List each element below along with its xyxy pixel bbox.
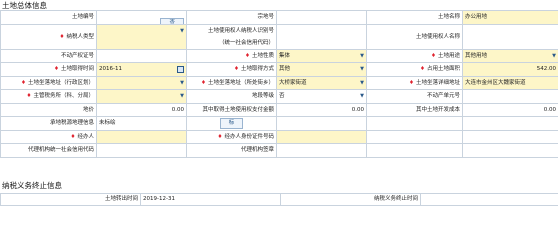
land-no-label: 土地编号	[0, 10, 97, 25]
form-row-9: ♦ 经办人 ♦ 经办人身份证件号码	[0, 129, 558, 144]
paid-amount-field[interactable]: 0.00	[276, 102, 367, 117]
tax-info-status: 未标绘	[96, 116, 187, 131]
tax-info-label: 承地税源地理信息	[0, 116, 97, 131]
land-no-field[interactable]: 查	[96, 10, 187, 25]
land-name-field[interactable]: 办公用地	[462, 10, 558, 25]
price-label: 地价	[0, 102, 97, 117]
agent-id-label: ♦ 经办人身份证件号码	[186, 129, 277, 144]
land-use-label: ♦ 土地用途	[366, 48, 463, 63]
dev-cost-label: 其中土地开发成本	[366, 102, 463, 117]
agent-field[interactable]	[96, 129, 187, 144]
tax-authority-label: ♦ 主管税务所（科、分局）	[0, 89, 97, 104]
land-use-select[interactable]: 其他用地 ▼	[462, 48, 558, 63]
empty-cell	[366, 129, 463, 144]
form-row-2: ♦ 纳税人类型 ▼ 土地使用权人纳税人识别号 （统一社会信用代码） 土地使用权人名称	[0, 23, 558, 50]
end-tax-time-field[interactable]	[420, 193, 558, 206]
area-label: ♦ 占用土地面积	[366, 62, 463, 77]
location-street-select[interactable]: 大桥家街道 ▼	[276, 75, 367, 90]
form-row-8: 承地税源地理信息 未标绘 标	[0, 116, 558, 131]
tax-end-form: 土地转出时间 2019-12-31 纳税义务终止时间	[0, 193, 558, 206]
tax-grade-select[interactable]: 否 ▼	[276, 89, 367, 104]
section-title-tax-end: 纳税义务终止信息	[2, 181, 62, 190]
chevron-down-icon: ▼	[360, 79, 364, 86]
detail-address-label: ♦ 土地坐落详细地址	[366, 75, 463, 90]
chevron-down-icon: ▼	[180, 27, 184, 34]
parcel-no-field[interactable]	[276, 10, 367, 25]
chevron-down-icon: ▼	[552, 52, 556, 59]
empty-cell	[276, 116, 367, 131]
end-time-label: 土地转出时间	[0, 193, 141, 206]
land-info-form: 土地编号 查 宗地号 土地名称 办公用地 ♦ 纳税人类型 ▼ 土地使用权人纳税人识…	[0, 10, 558, 158]
location-district-label: ♦ 土地坐落地址（行政区划）	[0, 75, 97, 90]
form-row-1: 土地编号 查 宗地号 土地名称 办公用地	[0, 10, 558, 25]
form-row-5: ♦ 土地坐落地址（行政区划） ▼ ♦ 土地坐落地址（所处街乡） 大桥家街道 ▼ ♦ 土地…	[0, 75, 558, 90]
acquire-method-select[interactable]: 其他 ▼	[276, 62, 367, 77]
detail-address-field[interactable]: 大连市金州区大魏家街道	[462, 75, 558, 90]
location-street-label: ♦ 土地坐落地址（所处街乡）	[186, 75, 277, 90]
realestate-cert-field[interactable]	[96, 48, 187, 63]
chevron-down-icon: ▼	[180, 93, 184, 99]
acquire-method-label: ♦ 土地取得方式	[186, 62, 277, 77]
realestate-unit-field[interactable]	[462, 89, 558, 104]
mark-cell: 标	[186, 116, 277, 131]
user-name-label: 土地使用权人名称	[366, 23, 463, 50]
form-row-6: ♦ 主管税务所（科、分局） ▼ 地段等级 否 ▼ 不动产单元号	[0, 89, 558, 104]
chevron-down-icon: ▼	[360, 93, 364, 99]
form-row-3: 不动产权证号 ♦ 土地性质 集体 ▼ ♦ 土地用途 其他用地 ▼	[0, 48, 558, 63]
location-district-select[interactable]: ▼	[96, 75, 187, 90]
land-nature-select[interactable]: 集体 ▼	[276, 48, 367, 63]
tax-grade-label: 地段等级	[186, 89, 277, 104]
price-field[interactable]: 0.00	[96, 102, 187, 117]
calendar-icon[interactable]	[177, 66, 184, 73]
agency-credit-field[interactable]	[96, 143, 187, 158]
agency-sign-label: 代理机构签章	[186, 143, 277, 158]
empty-cell	[462, 116, 558, 131]
user-id-label: 土地使用权人纳税人识别号 （统一社会信用代码）	[186, 23, 277, 50]
area-field[interactable]: 542.00	[462, 62, 558, 77]
taxpayer-type-select[interactable]: ▼	[96, 23, 187, 50]
form-row-11: 土地转出时间 2019-12-31 纳税义务终止时间	[0, 193, 558, 206]
empty-cell	[366, 143, 463, 158]
form-row-7: 地价 0.00 其中取得土地使用权支付金额 0.00 其中土地开发成本 0.00	[0, 102, 558, 117]
mark-button[interactable]: 标	[219, 118, 244, 130]
land-nature-label: ♦ 土地性质	[186, 48, 277, 63]
user-name-field[interactable]	[462, 23, 558, 50]
tax-authority-select[interactable]: ▼	[96, 89, 187, 104]
form-row-10: 代理机构统一社会信用代码 代理机构签章	[0, 143, 558, 158]
required-mark: ♦	[59, 33, 65, 40]
dev-cost-field[interactable]: 0.00	[462, 102, 558, 117]
chevron-down-icon: ▼	[180, 79, 184, 86]
realestate-cert-label: 不动产权证号	[0, 48, 97, 63]
user-id-field[interactable]	[276, 23, 367, 50]
agent-id-field[interactable]	[276, 129, 367, 144]
taxpayer-type-label: ♦ 纳税人类型	[0, 23, 97, 50]
acquire-time-field[interactable]: 2016-11	[96, 62, 187, 77]
paid-amount-label: 其中取得土地使用权支付金额	[186, 102, 277, 117]
form-row-4: ♦ 土地取得时间 2016-11 ♦ 土地取得方式 其他 ▼ ♦ 占用土地面积 542.…	[0, 62, 558, 77]
agency-sign-field[interactable]	[276, 143, 367, 158]
chevron-down-icon: ▼	[360, 52, 364, 59]
agency-credit-label: 代理机构统一社会信用代码	[0, 143, 97, 158]
agent-label: ♦ 经办人	[0, 129, 97, 144]
empty-cell	[366, 116, 463, 131]
parcel-no-label: 宗地号	[186, 10, 277, 25]
end-time-field[interactable]: 2019-12-31	[140, 193, 281, 206]
acquire-time-label: ♦ 土地取得时间	[0, 62, 97, 77]
empty-cell	[462, 129, 558, 144]
realestate-unit-label: 不动产单元号	[366, 89, 463, 104]
empty-cell	[462, 143, 558, 158]
chevron-down-icon: ▼	[360, 66, 364, 72]
end-tax-time-label: 纳税义务终止时间	[280, 193, 421, 206]
land-name-label: 土地名称	[366, 10, 463, 25]
